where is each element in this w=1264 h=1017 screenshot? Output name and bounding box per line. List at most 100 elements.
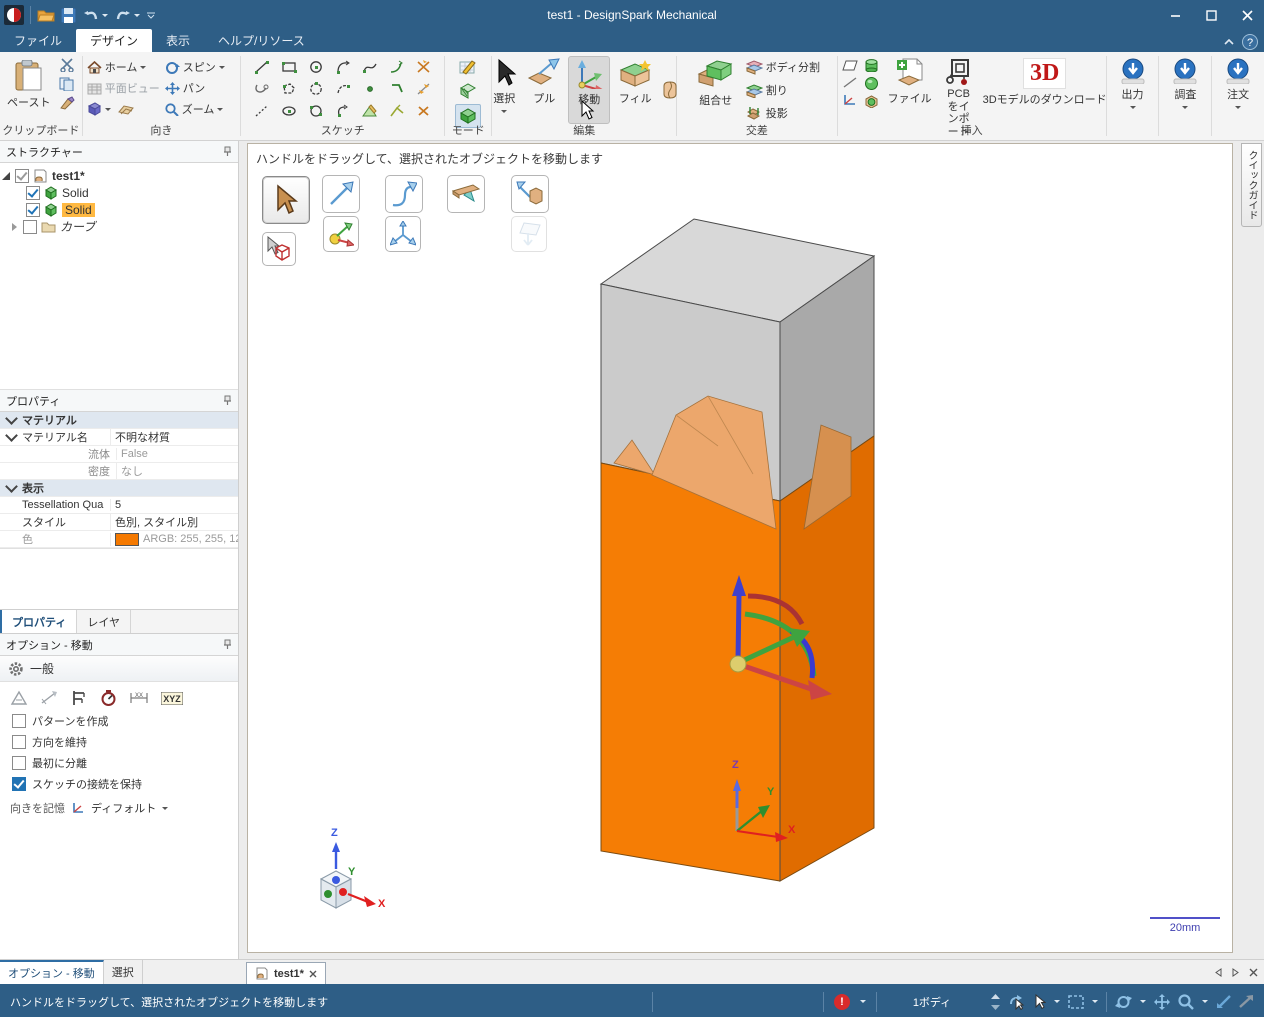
sketch-line-icon[interactable]: [254, 60, 270, 74]
sketch-delete-icon[interactable]: [416, 104, 432, 118]
sketch-circle3pt-icon[interactable]: [308, 82, 324, 96]
help-icon[interactable]: ?: [1242, 34, 1258, 50]
sketch-sweep-arc-icon[interactable]: [335, 104, 351, 118]
sketch-bend-icon[interactable]: [389, 104, 405, 118]
tree-solid2-row[interactable]: Solid: [2, 201, 236, 218]
fill-button[interactable]: フィル: [614, 56, 656, 124]
select-cursor-button[interactable]: [1034, 994, 1046, 1009]
solid1-checkbox[interactable]: [26, 185, 40, 200]
pin-icon[interactable]: [223, 639, 232, 650]
undo-button[interactable]: [82, 8, 108, 23]
project-button[interactable]: 投影: [746, 103, 820, 123]
sketch-circle-tangent-icon[interactable]: [308, 104, 324, 118]
alert-icon[interactable]: !: [834, 993, 850, 1010]
open-file-button[interactable]: [37, 8, 55, 22]
tab-view[interactable]: 表示: [152, 29, 204, 52]
tree-solid1-row[interactable]: Solid: [2, 184, 236, 201]
gauge-icon[interactable]: [100, 690, 117, 706]
sketch-rect-icon[interactable]: [281, 60, 297, 74]
redo-button[interactable]: [114, 8, 140, 23]
maximize-button[interactable]: [1194, 2, 1228, 28]
save-button[interactable]: [61, 7, 76, 23]
solid2-checkbox[interactable]: [26, 202, 40, 217]
default-dropdown-caret[interactable]: [162, 807, 169, 813]
sketch-mode-button[interactable]: [456, 56, 480, 78]
combine-button[interactable]: 組合せ: [694, 56, 738, 124]
option-keep-sketch-connection[interactable]: スケッチの接続を保持: [0, 773, 238, 794]
split-button[interactable]: 割り: [745, 80, 820, 100]
ruler-icon[interactable]: [10, 690, 28, 706]
sketch-circle-icon[interactable]: [308, 60, 324, 74]
checkbox[interactable]: [12, 755, 26, 770]
home-view-button[interactable]: ホーム: [87, 57, 161, 77]
color-swatch[interactable]: [115, 532, 139, 546]
minimize-button[interactable]: [1158, 2, 1192, 28]
view-cube-button[interactable]: [87, 99, 161, 119]
insert-axis-icon[interactable]: [842, 94, 858, 106]
insert-shell-icon[interactable]: [864, 95, 879, 108]
curves-checkbox[interactable]: [23, 219, 37, 234]
paste-button[interactable]: ペースト: [4, 58, 53, 124]
tab-design[interactable]: デザイン: [76, 29, 153, 52]
customize-toolbar-button[interactable]: [146, 10, 156, 20]
alert-dropdown-caret[interactable]: [860, 1000, 866, 1006]
sketch-corner-icon[interactable]: [389, 82, 405, 96]
root-checkbox[interactable]: [15, 168, 29, 183]
property-row[interactable]: Tessellation Qua 5: [0, 497, 238, 514]
sketch-arc-icon[interactable]: [335, 60, 351, 74]
insert-cylinder-icon[interactable]: [864, 59, 879, 72]
xyz-icon[interactable]: XYZ: [161, 691, 183, 705]
zoom-extents-icon[interactable]: [1216, 995, 1231, 1008]
format-brush-button[interactable]: [59, 96, 76, 110]
output-button[interactable]: 出力: [1117, 56, 1149, 124]
tab-properties[interactable]: プロパティ: [0, 610, 78, 633]
sketch-point-icon[interactable]: [362, 82, 378, 96]
select-button[interactable]: 選択: [488, 56, 520, 124]
zoom-dropdown-caret[interactable]: [1202, 1000, 1208, 1006]
split-body-button[interactable]: ボディ分割: [745, 57, 820, 77]
property-row[interactable]: 密度 なし: [0, 463, 238, 480]
sketch-ellipse-icon[interactable]: [281, 104, 297, 118]
close-button[interactable]: [1230, 2, 1264, 28]
spin-button[interactable]: スピン: [165, 57, 225, 77]
checkbox-checked[interactable]: [12, 776, 26, 791]
sketch-fill-region-icon[interactable]: [361, 104, 378, 118]
orbit-button[interactable]: [1115, 994, 1132, 1010]
previous-view-icon[interactable]: [1239, 995, 1254, 1008]
sketch-tangent-arc-icon[interactable]: [389, 60, 405, 74]
spin-cursor-icon[interactable]: [1008, 994, 1026, 1010]
cursor-dropdown-caret[interactable]: [1054, 1000, 1060, 1006]
model-canvas[interactable]: ハンドルをドラッグして、選択されたオブジェクトを移動します Z Y X Z Y …: [247, 143, 1233, 953]
insert-line-icon[interactable]: [842, 77, 858, 88]
selection-box-button[interactable]: [1068, 994, 1084, 1009]
close-doc-button[interactable]: [1249, 968, 1258, 977]
checkbox[interactable]: [12, 734, 26, 749]
pin-icon[interactable]: [223, 395, 232, 406]
expander-icon[interactable]: [12, 222, 17, 231]
sketch-trim-icon[interactable]: [416, 60, 432, 74]
sketch-spline-icon[interactable]: [362, 60, 378, 74]
move-dimension-icon[interactable]: [40, 690, 58, 706]
bottom-tab-select[interactable]: 選択: [104, 960, 143, 984]
zoom-button[interactable]: ズーム: [165, 99, 224, 119]
close-tab-icon[interactable]: [309, 970, 317, 978]
property-row[interactable]: 流体 False: [0, 446, 238, 463]
model-3d-view[interactable]: [248, 144, 1232, 952]
plan-view-button[interactable]: 平面ビュー: [87, 78, 161, 98]
selection-dropdown-caret[interactable]: [1092, 1000, 1098, 1006]
tab-file[interactable]: ファイル: [0, 29, 76, 52]
bottom-tab-options-move[interactable]: オプション - 移動: [0, 960, 104, 984]
tree-curves-row[interactable]: カーブ: [2, 218, 236, 235]
order-button[interactable]: 注文: [1222, 56, 1254, 124]
sketch-polygon-icon[interactable]: [281, 82, 297, 96]
cut-button[interactable]: [59, 58, 75, 72]
spinner-control[interactable]: [991, 993, 1000, 1010]
remember-orientation-row[interactable]: 向きを記憶 ディフォルト: [0, 794, 238, 816]
pan-button-status[interactable]: [1154, 993, 1170, 1010]
pin-icon[interactable]: [223, 146, 232, 157]
insert-plane-icon[interactable]: [841, 60, 858, 71]
checkbox[interactable]: [12, 713, 26, 728]
options-general-header[interactable]: 一般: [0, 656, 238, 682]
tree-root-row[interactable]: test1*: [2, 167, 236, 184]
section-mode-button[interactable]: [456, 80, 480, 102]
